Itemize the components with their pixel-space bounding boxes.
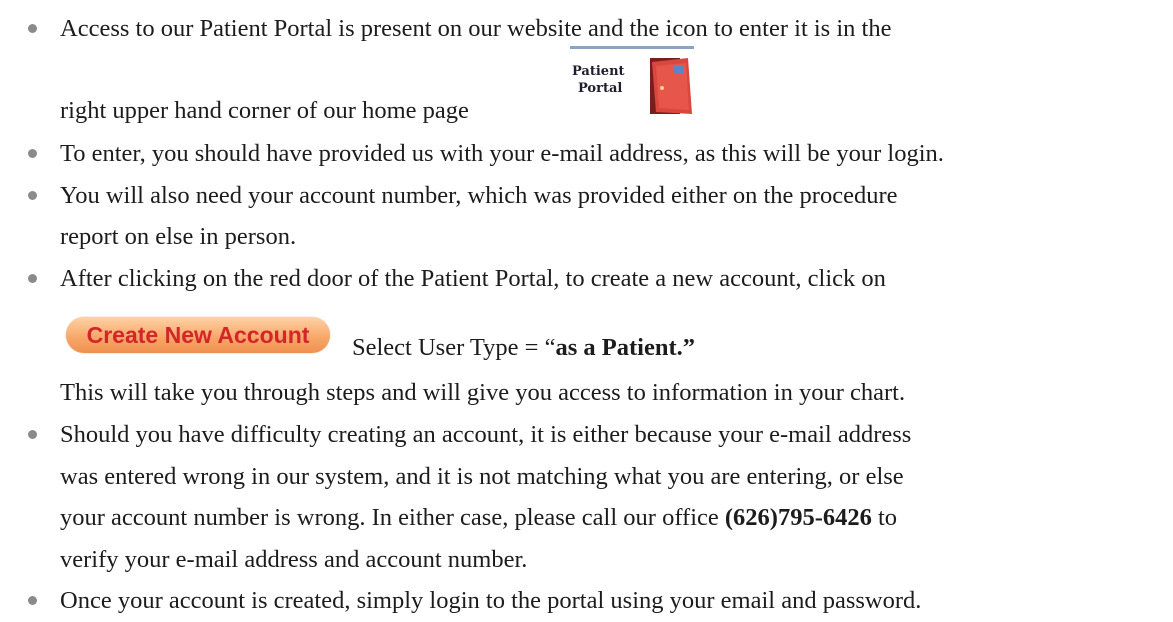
bullet-3-line-1: You will also need your account number, … <box>60 182 898 209</box>
bullet-5-line-1: Should you have difficulty creating an a… <box>60 421 912 448</box>
as-a-patient-text: as a Patient <box>555 334 677 361</box>
bullet-5-line-2: was entered wrong in our system, and it … <box>60 463 904 490</box>
red-door-icon <box>650 58 692 114</box>
bullet-4-continuation: This will take you through steps and wil… <box>60 379 906 406</box>
bullet-marker <box>28 149 37 158</box>
bullet-5-line-3-prefix: your account number is wrong. In either … <box>60 504 725 531</box>
portal-icon-top-bar <box>570 46 694 49</box>
select-user-type-suffix: .” <box>676 334 696 361</box>
bullet-3-line-2: report on else in person. <box>60 223 297 250</box>
bullet-marker <box>28 191 37 200</box>
office-phone-number: (626)795-6426 <box>724 504 872 531</box>
bullet-marker <box>28 274 37 283</box>
bullet-1-line-2: right upper hand corner of our home page <box>60 97 469 124</box>
portal-icon-label-portal: Portal <box>578 81 623 96</box>
select-user-type-text: Select User Type = “as a Patient.” <box>352 333 695 363</box>
bullet-5-line-4: verify your e-mail address and account n… <box>60 546 528 573</box>
portal-icon-label-patient: Patient <box>572 64 625 79</box>
bullet-marker <box>28 24 37 33</box>
bullet-4-line-1: After clicking on the red door of the Pa… <box>60 265 886 292</box>
bullet-2-line-1: To enter, you should have provided us wi… <box>60 140 944 167</box>
create-new-account-button[interactable]: Create New Account <box>66 317 330 353</box>
bullet-6-line-1: Once your account is created, simply log… <box>60 587 922 614</box>
bullet-1-line-1: Access to our Patient Portal is present … <box>60 15 892 42</box>
document-page: Access to our Patient Portal is present … <box>0 0 1173 622</box>
bullet-5-line-3: your account number is wrong. In either … <box>60 503 897 533</box>
select-user-type-prefix: Select User Type = “ <box>352 334 556 361</box>
patient-portal-icon[interactable]: Patient Portal <box>568 46 696 120</box>
bullet-marker <box>28 430 37 439</box>
bullet-marker <box>28 596 37 605</box>
bullet-5-line-3-suffix: to <box>871 504 898 531</box>
